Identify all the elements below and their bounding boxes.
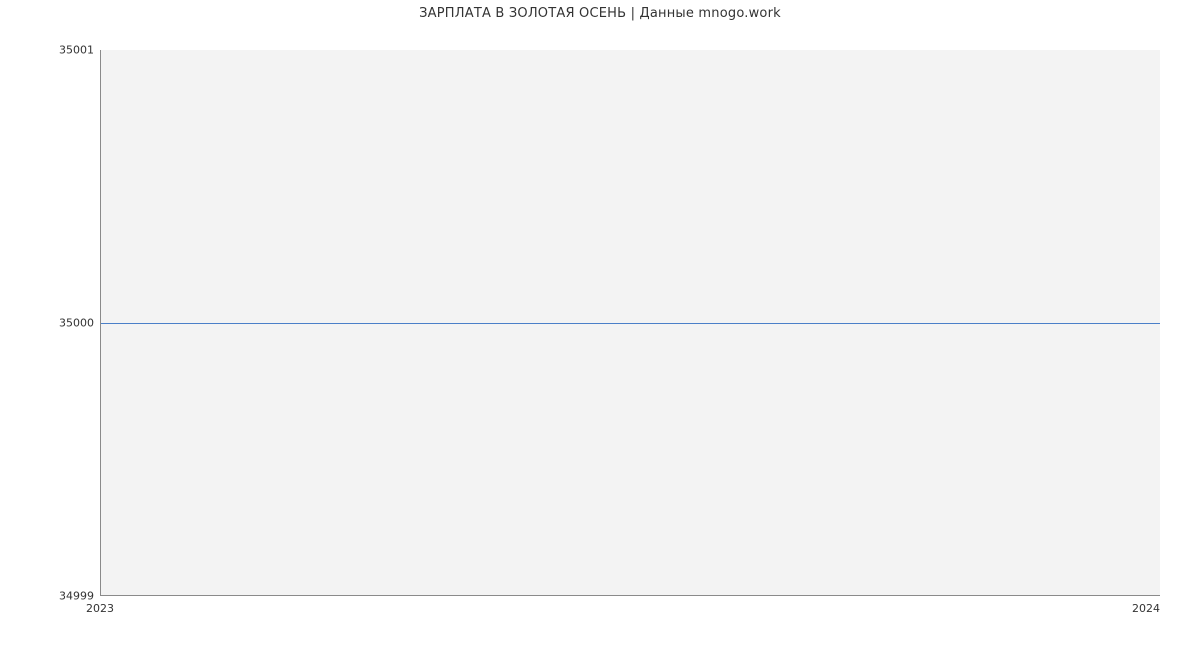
plot-area — [100, 50, 1160, 596]
chart-title: ЗАРПЛАТА В ЗОЛОТАЯ ОСЕНЬ | Данные mnogo.… — [0, 6, 1200, 21]
y-tick-mid: 35000 — [59, 317, 94, 330]
y-tick-top: 35001 — [59, 44, 94, 57]
salary-line-chart: ЗАРПЛАТА В ЗОЛОТАЯ ОСЕНЬ | Данные mnogo.… — [0, 0, 1200, 650]
x-tick-right: 2024 — [1132, 602, 1160, 615]
x-tick-left: 2023 — [86, 602, 114, 615]
salary-line — [101, 323, 1160, 324]
y-tick-bottom: 34999 — [59, 590, 94, 603]
